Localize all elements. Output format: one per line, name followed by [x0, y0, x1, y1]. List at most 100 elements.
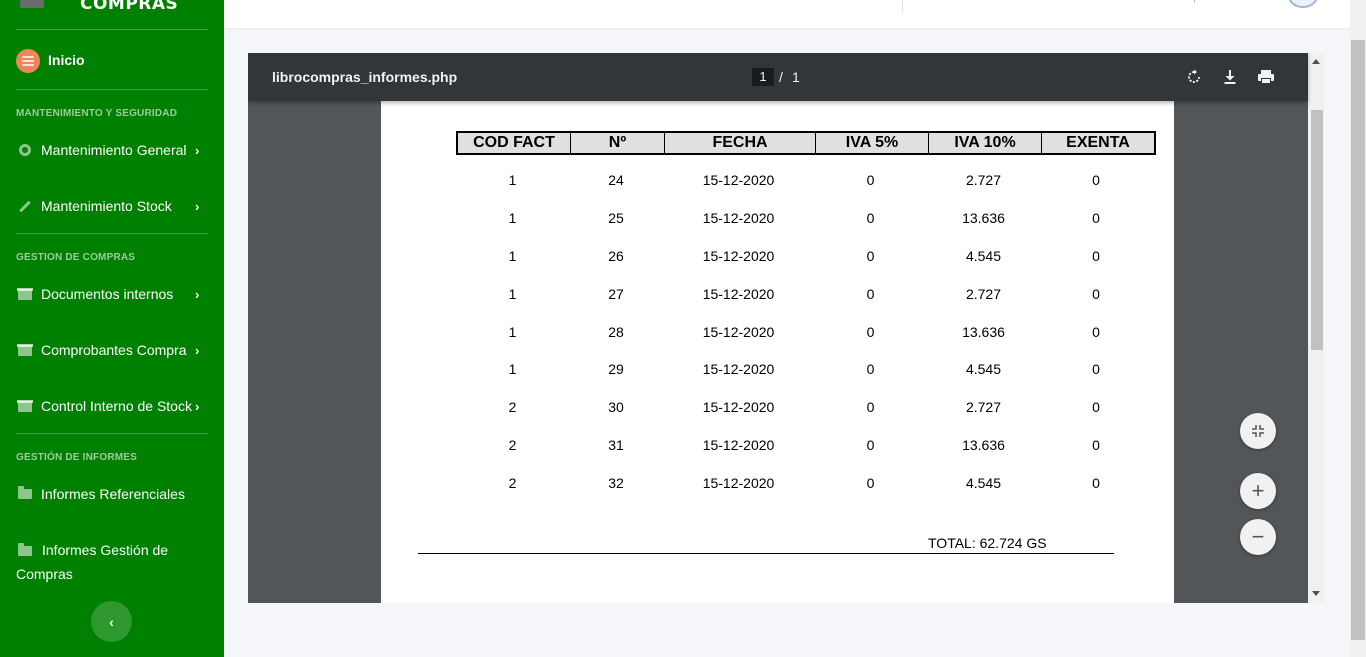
table-cell: 15-12-2020	[702, 323, 775, 340]
table-cell: 15-12-2020	[702, 361, 775, 378]
sidebar-item-label: Informes Gestión de Compras	[16, 542, 169, 582]
table-cell: 29	[608, 361, 624, 378]
table-cell: 15-12-2020	[702, 285, 775, 302]
table-cell: 2.727	[965, 172, 1002, 188]
folder-icon	[18, 486, 32, 500]
print-button[interactable]	[1256, 67, 1276, 87]
sidebar-item-comprobantes-compra[interactable]: Comprobantes Compra ›	[0, 330, 224, 370]
table-cell: 15-12-2020	[702, 247, 775, 264]
column-header: IVA 10%	[929, 133, 1042, 153]
top-header	[224, 0, 1350, 28]
table-cell: 30	[608, 399, 624, 416]
divider	[16, 233, 208, 234]
table-cell: 1	[508, 247, 517, 264]
print-icon	[1258, 70, 1274, 84]
chevron-right-icon: ›	[195, 142, 200, 158]
divider	[16, 29, 208, 30]
column-header: COD FACT	[458, 133, 571, 153]
scroll-up-arrow[interactable]	[1312, 59, 1320, 64]
table-cell: 15-12-2020	[702, 172, 775, 188]
table-cell: 0	[866, 323, 875, 340]
scroll-down-arrow[interactable]	[1312, 591, 1320, 596]
table-cell: 13.636	[962, 437, 1005, 454]
chevron-right-icon: ›	[195, 342, 200, 358]
table-cell: 1	[508, 209, 517, 226]
sidebar-item-label: Mantenimiento General	[41, 142, 187, 158]
sidebar-item-informes-gestion-compras[interactable]: Informes Gestión de Compras	[16, 538, 206, 586]
table-cell: 25	[608, 209, 624, 226]
sidebar-item-informes-referenciales[interactable]: Informes Referenciales	[0, 474, 224, 514]
sidebar-item-control-interno-stock[interactable]: Control Interno de Stock ›	[0, 386, 224, 426]
page-number-input[interactable]: 1	[752, 68, 774, 86]
user-avatar[interactable]	[1288, 0, 1318, 8]
divider	[16, 433, 208, 434]
sidebar: COMPRAS Inicio MANTENIMIENTO Y SEGURIDAD…	[0, 0, 224, 657]
scrollbar-thumb[interactable]	[1311, 110, 1323, 350]
table-cell: 0	[866, 437, 875, 454]
divider	[1194, 0, 1195, 3]
table-cell: 4.545	[965, 361, 1002, 378]
table-cell: 32	[608, 475, 624, 492]
table-cell: 4.545	[965, 247, 1002, 264]
table-cell: 0	[1092, 209, 1100, 226]
fit-page-button[interactable]	[1240, 413, 1276, 449]
chevron-right-icon: ›	[195, 198, 200, 214]
table-cell: 0	[866, 209, 875, 226]
archive-icon	[17, 399, 33, 412]
page-scrollbar[interactable]	[1350, 0, 1366, 657]
brand-logo	[20, 0, 44, 8]
table-cell: 0	[1092, 361, 1100, 378]
column-header: EXENTA	[1066, 134, 1130, 151]
rotate-icon	[1188, 69, 1200, 83]
page-separator: /	[779, 69, 783, 85]
wrench-icon	[18, 199, 32, 213]
table-row: 1 24 15-12-2020 0 2.727 0	[456, 172, 1156, 210]
brand: COMPRAS	[0, 0, 224, 22]
folder-icon	[18, 543, 32, 556]
sidebar-collapse-button[interactable]: ‹	[91, 601, 132, 642]
sidebar-item-label: Documentos internos	[41, 286, 174, 302]
table-row: 1 25 15-12-2020 0 13.636 0	[456, 210, 1156, 248]
sidebar-item-mantenimiento-general[interactable]: Mantenimiento General ›	[0, 130, 224, 170]
sidebar-item-label: Informes Referenciales	[41, 486, 185, 502]
rotate-button[interactable]	[1184, 67, 1204, 87]
sidebar-item-inicio[interactable]: Inicio	[48, 52, 85, 68]
download-button[interactable]	[1220, 67, 1240, 87]
table-cell: 1	[508, 361, 517, 378]
section-title-gestion-compras: GESTION DE COMPRAS	[16, 252, 136, 263]
table-row: 1 28 15-12-2020 0 13.636 0	[456, 324, 1156, 362]
table-cell: 1	[508, 285, 517, 302]
fit-page-icon	[1252, 425, 1264, 437]
page-total: 1	[792, 69, 800, 85]
sidebar-item-label: Comprobantes Compra	[41, 342, 187, 358]
report-total: TOTAL: 62.724 GS	[928, 535, 1047, 551]
table-cell: 0	[866, 361, 875, 378]
table-cell: 0	[1092, 247, 1100, 264]
table-cell: 0	[866, 475, 875, 492]
table-cell: 27	[608, 285, 624, 302]
table-cell: 0	[1092, 399, 1100, 416]
column-header: Nº	[571, 133, 665, 153]
chevron-left-icon: ‹	[109, 613, 114, 630]
sidebar-item-mantenimiento-stock[interactable]: Mantenimiento Stock ›	[0, 186, 224, 226]
table-row: 2 31 15-12-2020 0 13.636 0	[456, 437, 1156, 475]
sidebar-item-documentos-internos[interactable]: Documentos internos ›	[0, 274, 224, 314]
table-cell: 26	[608, 247, 624, 264]
document-title: librocompras_informes.php	[272, 69, 458, 85]
table-cell: 0	[1092, 475, 1100, 492]
divider	[418, 553, 1114, 554]
table-cell: 2	[508, 399, 517, 416]
table-cell: 15-12-2020	[702, 437, 775, 454]
table-cell: 2	[508, 437, 517, 454]
table-cell: 0	[866, 172, 875, 188]
zoom-out-button[interactable]: −	[1240, 519, 1276, 555]
pdf-scrollbar[interactable]	[1308, 53, 1324, 603]
table-header: COD FACT Nº FECHA IVA 5% IVA 10% EXENTA	[456, 131, 1156, 155]
brand-title: COMPRAS	[80, 0, 179, 14]
table-cell: 2.727	[965, 285, 1002, 302]
archive-icon	[17, 287, 33, 300]
table-cell: 0	[1092, 172, 1100, 188]
scrollbar-thumb[interactable]	[1351, 40, 1365, 640]
zoom-in-button[interactable]: +	[1240, 473, 1276, 509]
table-cell: 13.636	[962, 209, 1005, 226]
